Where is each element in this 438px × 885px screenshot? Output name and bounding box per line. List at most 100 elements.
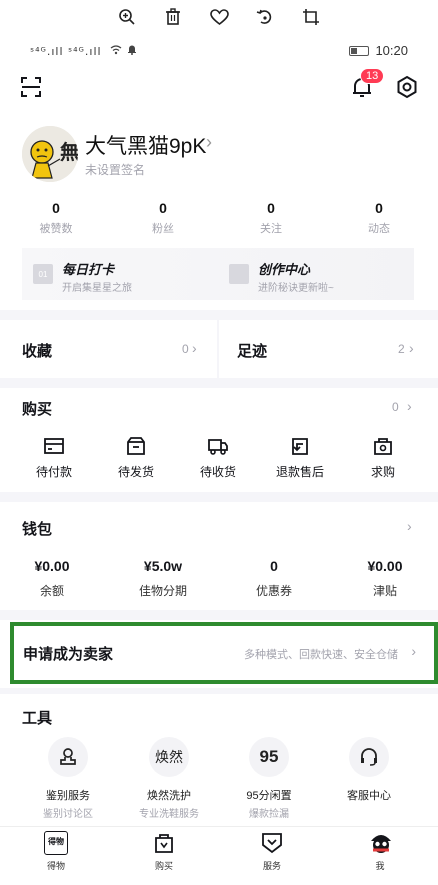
username[interactable]: 大气黑猫9pK bbox=[85, 130, 206, 160]
wallet-balance[interactable]: ¥0.00 余额 bbox=[7, 558, 97, 599]
want-to-buy-item[interactable]: 求购 bbox=[343, 435, 423, 480]
crop-icon[interactable] bbox=[299, 5, 323, 29]
scan-icon[interactable] bbox=[20, 76, 42, 98]
purchases-label[interactable]: 购买 bbox=[22, 398, 52, 419]
wallet-value: ¥0.00 bbox=[34, 558, 70, 574]
ninety-five-logo-text: 95 bbox=[259, 747, 279, 766]
creator-center-card[interactable]: 创作中心 进阶秘诀更新啦~ bbox=[218, 248, 414, 300]
favorites-count: 0 bbox=[182, 342, 189, 356]
truck-icon bbox=[207, 435, 229, 457]
authentication-service[interactable]: 鉴别服务 鉴别讨论区 bbox=[23, 737, 113, 820]
divider bbox=[0, 610, 438, 620]
laundry-care-service[interactable]: 焕然 焕然洗护 专业洗鞋服务 bbox=[124, 737, 214, 820]
card-subtitle: 开启集星星之旅 bbox=[62, 283, 132, 294]
divider bbox=[0, 310, 438, 320]
image-viewer-toolbar bbox=[0, 0, 438, 34]
daily-checkin-card[interactable]: 01 每日打卡 开启集星星之旅 bbox=[22, 248, 218, 300]
stat-label: 动态 bbox=[368, 223, 390, 235]
bottom-tab-bar: 得物 得物 购买 服务 我 bbox=[0, 826, 438, 885]
status-right: 10:20 bbox=[349, 43, 408, 58]
item-label: 退款售后 bbox=[275, 465, 324, 479]
huanran-logo-icon: 焕然 bbox=[149, 737, 189, 777]
stat-label: 被赞数 bbox=[39, 223, 73, 235]
tab-label: 服务 bbox=[262, 861, 281, 871]
favorites-label[interactable]: 收藏 bbox=[22, 340, 52, 361]
huanran-logo-text: 焕然 bbox=[155, 749, 183, 765]
tab-buy[interactable]: 购买 bbox=[134, 831, 194, 872]
divider bbox=[0, 378, 438, 388]
notification-bell-small-icon bbox=[127, 45, 137, 58]
shield-check-icon bbox=[260, 831, 284, 855]
stat-following[interactable]: 0 关注 bbox=[231, 200, 311, 236]
pending-shipment-item[interactable]: 待发货 bbox=[96, 435, 176, 480]
stat-label: 关注 bbox=[260, 223, 282, 235]
tab-label: 购买 bbox=[154, 861, 173, 871]
rotate-icon[interactable] bbox=[253, 5, 277, 29]
chevron-right-icon[interactable]: › bbox=[407, 398, 412, 414]
stat-value: 0 bbox=[375, 200, 383, 216]
trash-icon[interactable] bbox=[161, 5, 185, 29]
document-icon bbox=[229, 264, 249, 284]
gear-icon[interactable] bbox=[395, 75, 419, 99]
wallet-allowance[interactable]: ¥0.00 津贴 bbox=[340, 558, 430, 599]
item-label: 求购 bbox=[370, 465, 395, 479]
stat-posts[interactable]: 0 动态 bbox=[339, 200, 419, 236]
zoom-in-icon[interactable] bbox=[115, 5, 139, 29]
item-label: 待发货 bbox=[117, 465, 154, 479]
notification-badge: 13 bbox=[360, 68, 385, 84]
tab-label: 我 bbox=[375, 861, 385, 871]
stat-fans[interactable]: 0 粉丝 bbox=[123, 200, 203, 236]
card-title: 创作中心 bbox=[258, 262, 311, 277]
tab-dewu[interactable]: 得物 得物 bbox=[26, 831, 86, 872]
wallet-installment[interactable]: ¥5.0w 佳物分期 bbox=[118, 558, 208, 599]
resale-95-service[interactable]: 95 95分闲置 爆款捡漏 bbox=[224, 737, 314, 820]
refund-item[interactable]: 退款售后 bbox=[260, 435, 340, 480]
become-seller-row[interactable]: 申请成为卖家 多种模式、回款快速、安全仓储 › bbox=[10, 622, 438, 684]
status-bar: ˢ⁴ᴳ.ıll ˢ⁴ᴳ.ıll 10:20 bbox=[0, 40, 438, 64]
chevron-right-icon[interactable]: › bbox=[206, 132, 212, 153]
pending-receipt-item[interactable]: 待收货 bbox=[178, 435, 258, 480]
tool-sub: 爆款捡漏 bbox=[249, 809, 289, 820]
wallet-value: ¥5.0w bbox=[143, 558, 183, 574]
box-icon bbox=[125, 435, 147, 457]
stat-value: 0 bbox=[267, 200, 275, 216]
shopping-bag-icon bbox=[152, 831, 176, 855]
top-bar: 13 bbox=[0, 68, 438, 104]
tool-sub: 鉴别讨论区 bbox=[43, 809, 93, 820]
clock: 10:20 bbox=[375, 43, 408, 58]
profile-stats: 0 被赞数 0 粉丝 0 关注 0 动态 bbox=[0, 200, 438, 236]
signal-indicators: ˢ⁴ᴳ.ıll ˢ⁴ᴳ.ıll bbox=[30, 44, 137, 58]
pending-payment-item[interactable]: 待付款 bbox=[14, 435, 94, 480]
stat-likes[interactable]: 0 被赞数 bbox=[16, 200, 96, 236]
customer-service[interactable]: 客服中心 bbox=[324, 737, 414, 805]
wallet-label[interactable]: 钱包 bbox=[22, 518, 52, 539]
divider bbox=[0, 492, 438, 502]
tool-label: 焕然洗护 bbox=[147, 790, 191, 802]
chevron-right-icon[interactable]: › bbox=[407, 518, 412, 534]
stat-label: 粉丝 bbox=[152, 223, 174, 235]
stat-value: 0 bbox=[159, 200, 167, 216]
wallet-card-icon bbox=[43, 435, 65, 457]
signature[interactable]: 未设置签名 bbox=[85, 161, 145, 178]
signal-text: ˢ⁴ᴳ.ıll ˢ⁴ᴳ.ıll bbox=[30, 45, 102, 58]
heart-icon[interactable] bbox=[207, 5, 231, 29]
stat-value: 0 bbox=[52, 200, 60, 216]
tab-me[interactable]: 我 bbox=[350, 831, 410, 872]
tool-label: 95分闲置 bbox=[246, 790, 292, 802]
bag-icon bbox=[372, 435, 394, 457]
footprints-count: 2 bbox=[398, 342, 405, 356]
chevron-right-icon[interactable]: › bbox=[409, 340, 414, 356]
avatar-mask-icon bbox=[368, 831, 392, 855]
refund-icon bbox=[289, 435, 311, 457]
dewu-logo-icon: 得物 bbox=[44, 831, 68, 855]
tool-sub: 专业洗鞋服务 bbox=[139, 809, 199, 820]
footprints-label[interactable]: 足迹 bbox=[237, 340, 267, 361]
avatar[interactable]: 無 bbox=[22, 126, 78, 182]
tool-label: 客服中心 bbox=[347, 790, 391, 802]
chevron-right-icon[interactable]: › bbox=[192, 340, 197, 356]
wallet-item-label: 优惠券 bbox=[255, 584, 292, 598]
wallet-coupons[interactable]: 0 优惠券 bbox=[229, 558, 319, 599]
profile-header[interactable]: 無 大气黑猫9pK › 未设置签名 bbox=[0, 124, 438, 184]
wallet-value: 0 bbox=[270, 558, 278, 574]
tab-service[interactable]: 服务 bbox=[242, 831, 302, 872]
